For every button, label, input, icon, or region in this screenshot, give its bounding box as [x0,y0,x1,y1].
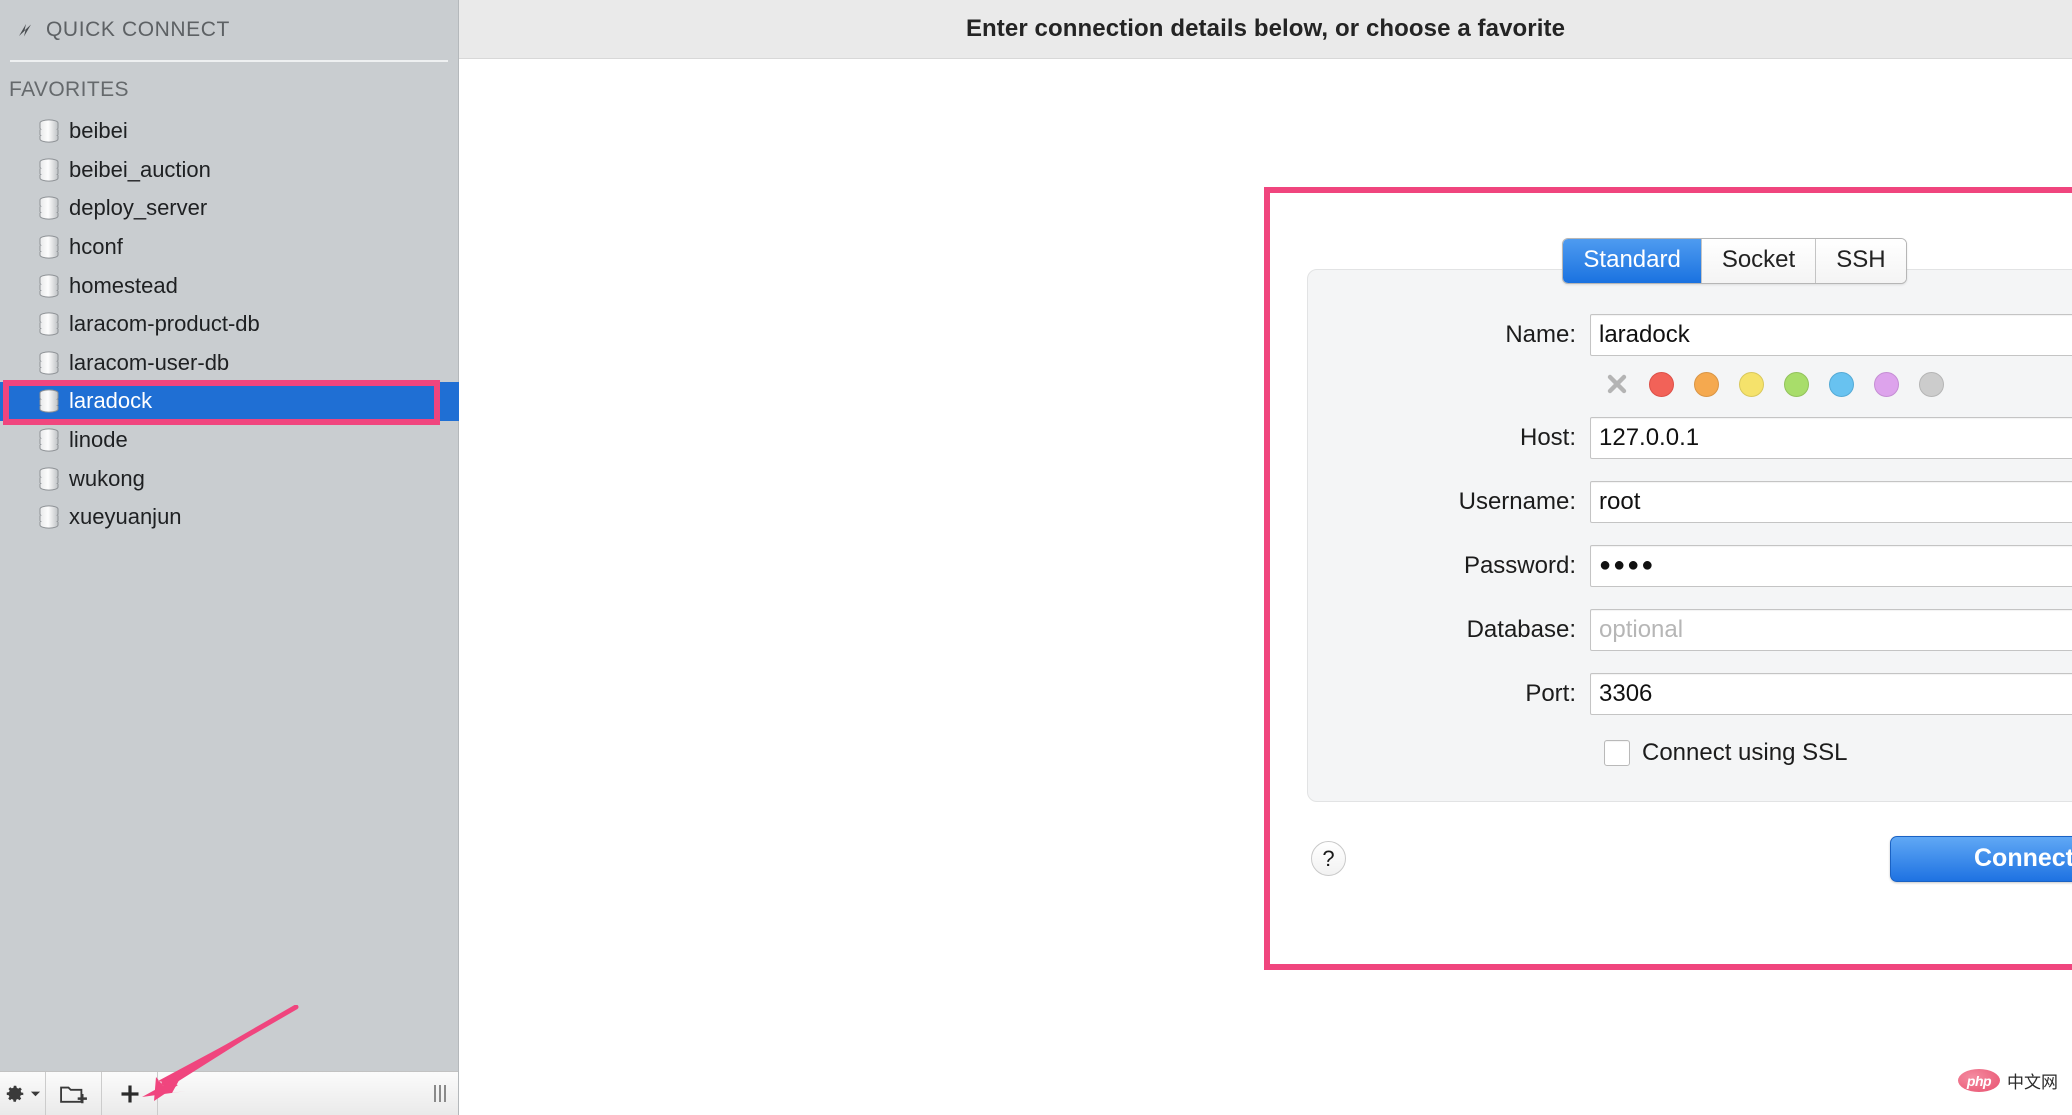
page-title: Enter connection details below, or choos… [965,15,1566,42]
toolbar-filler [158,1072,458,1115]
color-swatch-red[interactable] [1649,371,1674,397]
database-icon [38,428,60,452]
database-icon [38,351,60,375]
favorite-item-label: wukong [69,465,145,491]
tab-standard[interactable]: Standard [1563,239,1702,283]
favorite-item[interactable]: linode [0,421,459,460]
favorite-item-label: laradock [69,388,153,414]
tab-ssh[interactable]: SSH [1816,239,1906,283]
quick-connect-label: QUICK CONNECT [46,17,230,41]
chevron-down-icon [30,1091,41,1097]
favorite-item-label: laracom-user-db [69,349,230,375]
favorite-item-label: beibei [69,118,128,144]
name-label: Name: [1505,320,1576,348]
watermark: php 中文网 [1958,1068,2058,1093]
segmented-control: Standard Socket SSH [1562,238,1907,284]
favorite-item[interactable]: beibei_auction [0,151,459,190]
color-swatch-gray[interactable] [1919,371,1944,397]
tab-socket[interactable]: Socket [1701,239,1817,283]
database-icon [38,196,60,221]
sidebar-toolbar [0,1071,458,1115]
connection-form: StandardSocketSSH Name: laradock Host: [1307,238,2072,882]
color-swatch-blue[interactable] [1829,371,1854,397]
database-icon [38,235,60,259]
favorite-item-label: laracom-product-db [69,311,260,337]
page-header: Enter connection details below, or choos… [459,0,2072,59]
connection-form-area: StandardSocketSSH Name: laradock Host: [459,60,2072,1115]
favorite-item[interactable]: deploy_server [0,189,459,228]
favorite-item-label: beibei_auction [69,156,211,182]
database-icon [38,467,60,491]
ssl-checkbox-label: Connect using SSL [1642,738,1848,766]
favorites-list: beibei beibei_auction deploy_server hcon… [0,112,459,537]
form-row-password: Password: ●●●● [1308,544,2072,587]
settings-button[interactable] [0,1072,46,1115]
favorite-item[interactable]: homestead [0,266,459,305]
ssl-checkbox-row[interactable]: Connect using SSL [1308,739,2072,767]
favorite-item[interactable]: laracom-user-db [0,344,459,383]
database-icon [38,312,60,336]
gear-icon [6,1085,24,1102]
favorite-item-selected[interactable]: laradock [0,382,459,421]
database-label: Database: [1466,615,1576,643]
favorite-item-label: deploy_server [69,195,208,221]
favorite-item-label: xueyuanjun [69,504,182,530]
database-icon [38,389,60,414]
watermark-text: 中文网 [2007,1073,2058,1093]
host-label: Host: [1519,423,1576,451]
favorites-section-header: FAVORITES [9,78,129,101]
favorite-item[interactable]: xueyuanjun [0,498,459,537]
username-input[interactable]: root [1590,480,2072,523]
favorite-item[interactable]: hconf [0,228,459,267]
quick-connect-header[interactable]: QUICK CONNECT [0,0,458,59]
form-row-username: Username: root [1308,480,2072,523]
database-icon [38,158,60,182]
color-swatch-none-icon[interactable] [1604,372,1629,397]
color-swatch-green[interactable] [1784,371,1809,397]
connect-button[interactable]: Connect [1890,835,2072,882]
database-icon [38,119,60,143]
connection-form-panel: Name: laradock Host: 127.0.0.1 Username: [1307,268,2072,802]
form-row-name: Name: laradock [1308,313,2072,356]
connection-type-tabs: Standard Socket SSH [1307,238,2072,284]
color-swatch-orange[interactable] [1694,371,1719,397]
favorite-item[interactable]: beibei [0,112,459,151]
form-row-port: Port: 3306 [1308,672,2072,715]
add-favorite-button[interactable] [102,1072,158,1115]
name-input[interactable]: laradock [1590,313,2072,356]
new-folder-button[interactable] [46,1072,102,1115]
color-swatch-purple[interactable] [1874,371,1899,397]
favorite-item-label: hconf [69,234,123,260]
favorites-sidebar: QUICK CONNECT FAVORITES beibei beibei_au… [0,0,459,1115]
plus-icon [121,1085,138,1102]
username-label: Username: [1458,487,1576,515]
favorite-item-label: linode [69,427,128,453]
form-footer: ? Connect [1307,835,2072,882]
favorite-item-label: homestead [69,272,178,298]
ssl-checkbox[interactable] [1604,739,1630,766]
resize-grip-icon[interactable] [434,1085,446,1102]
password-label: Password: [1463,551,1576,579]
password-input[interactable]: ●●●● [1590,544,2072,587]
php-logo-icon: php [1958,1069,2000,1092]
port-input[interactable]: 3306 [1590,672,2072,715]
new-folder-icon [59,1086,87,1103]
port-label: Port: [1525,679,1576,707]
color-swatch-row [1308,371,2072,397]
form-row-host: Host: 127.0.0.1 [1308,416,2072,459]
color-swatch-yellow[interactable] [1739,371,1764,397]
lightning-bolt-icon [12,17,38,43]
host-input[interactable]: 127.0.0.1 [1590,416,2072,459]
form-row-database: Database: optional [1308,608,2072,651]
favorite-item[interactable]: laracom-product-db [0,305,459,344]
sidebar-divider [10,60,448,62]
database-input[interactable]: optional [1590,608,2072,651]
app-window: QUICK CONNECT FAVORITES beibei beibei_au… [0,0,2072,1115]
database-icon [38,505,60,529]
database-icon [38,274,60,298]
favorite-item[interactable]: wukong [0,459,459,498]
help-button[interactable]: ? [1311,841,1346,877]
